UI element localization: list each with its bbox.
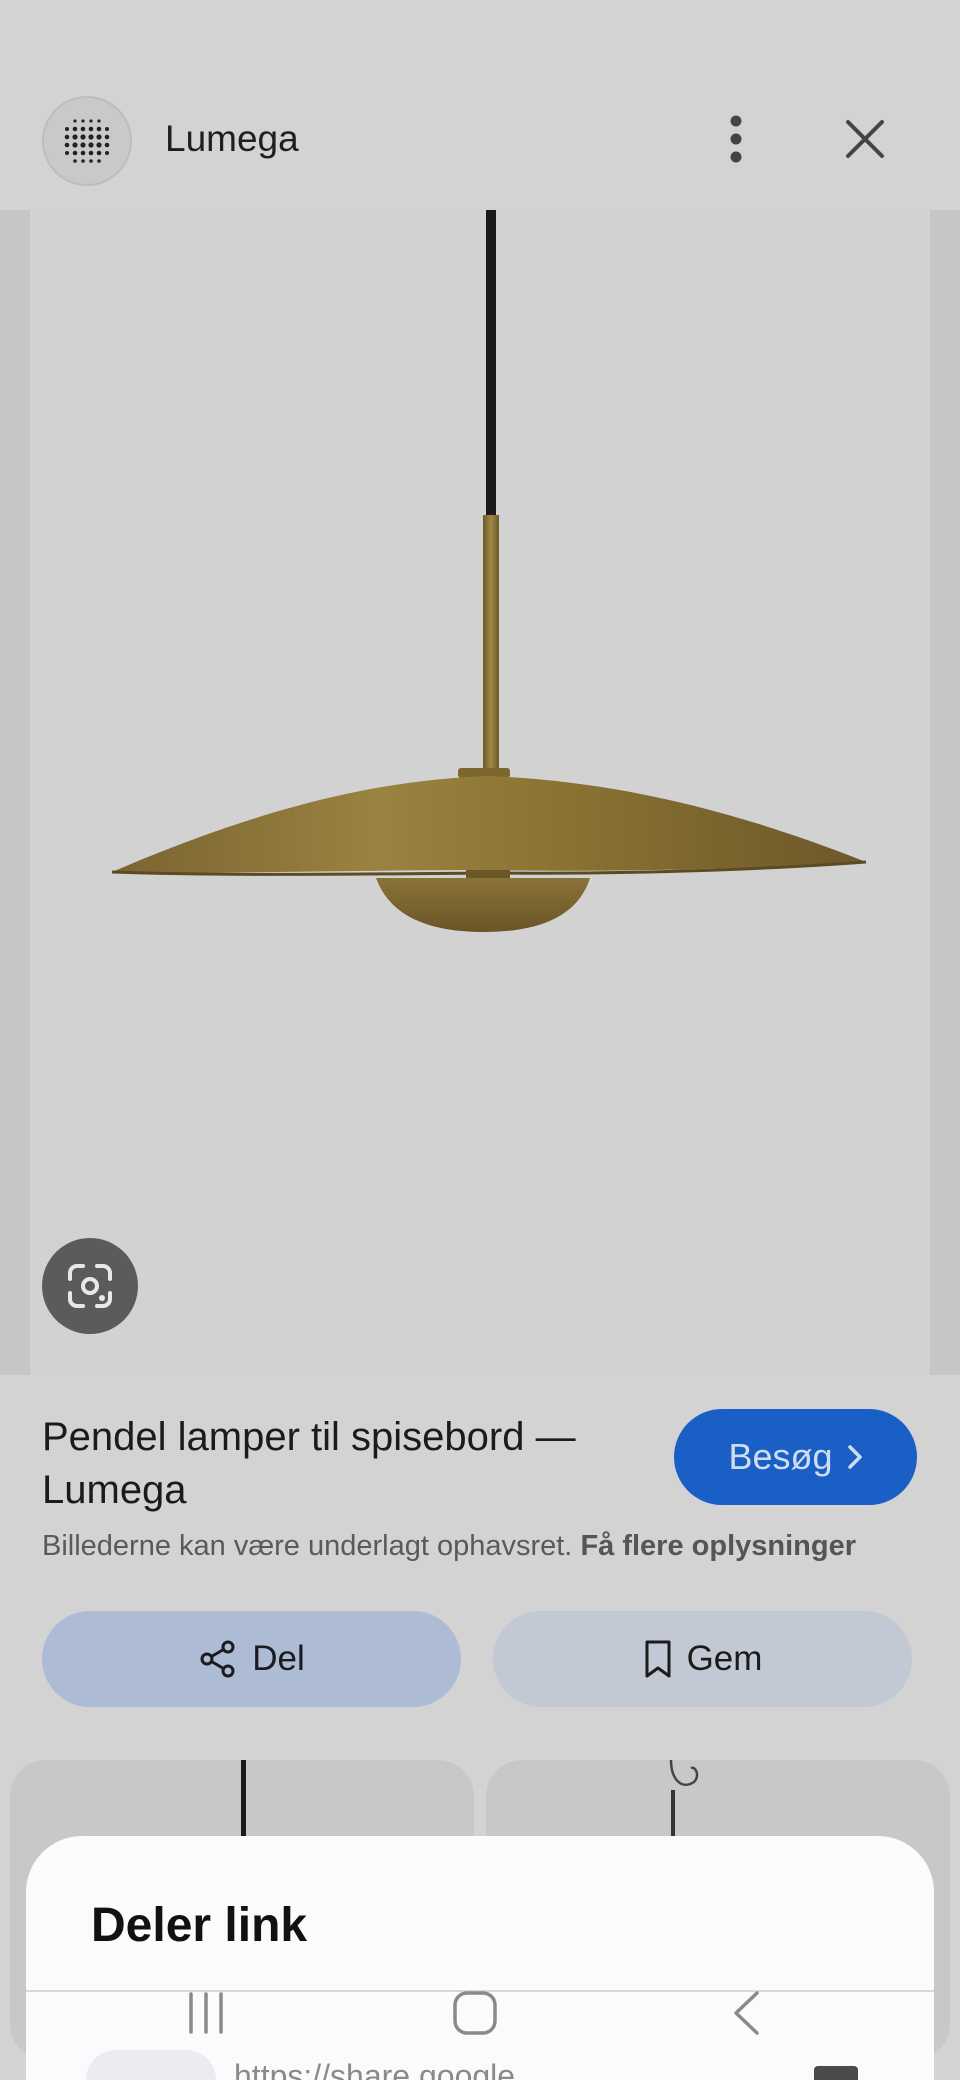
back-icon (734, 1991, 759, 2035)
more-info-link[interactable]: Få flere oplysninger (580, 1530, 856, 1562)
status-bar (0, 0, 960, 80)
share-bottom-sheet: Deler link https://share.google (26, 1836, 934, 2080)
close-button[interactable] (830, 104, 900, 174)
viewer-header: Lumega (0, 80, 960, 210)
related-thumbnail (669, 1759, 699, 1840)
copyright-notice: Billederne kan være underlagt ophavsret.… (42, 1530, 942, 1563)
chevron-right-icon (847, 1445, 862, 1469)
save-label: Gem (686, 1639, 763, 1678)
copyright-text: Billederne kan være underlagt ophavsret. (42, 1530, 573, 1562)
nav-back-button[interactable] (716, 1988, 776, 2038)
share-url[interactable]: https://share.google (234, 2058, 515, 2080)
nav-recent-apps-button[interactable] (176, 1988, 236, 2038)
bookmark-icon (645, 1640, 671, 1678)
copy-icon[interactable] (814, 2066, 858, 2080)
share-button[interactable]: Del (42, 1611, 461, 1707)
save-button[interactable]: Gem (493, 1611, 912, 1707)
link-preview-icon (86, 2050, 216, 2080)
image-viewer[interactable] (0, 210, 960, 1375)
product-image[interactable] (30, 210, 930, 1375)
nav-home-button[interactable] (445, 1988, 505, 2038)
site-name: Lumega (165, 118, 299, 159)
more-vert-icon (730, 115, 742, 163)
site-logo[interactable] (42, 96, 132, 186)
visit-button[interactable]: Besøg (674, 1409, 917, 1505)
result-title[interactable]: Pendel lamper til spisebord — Lumega (42, 1411, 642, 1517)
google-lens-icon (68, 1264, 112, 1308)
lens-search-button[interactable] (42, 1238, 138, 1334)
sheet-title: Deler link (91, 1899, 308, 1952)
dot-grid-logo-icon (64, 119, 110, 163)
visit-label: Besøg (728, 1436, 833, 1477)
share-icon (200, 1640, 235, 1678)
pendant-lamp-image (111, 210, 867, 932)
more-options-button[interactable] (706, 104, 766, 174)
related-thumbnail (241, 1760, 246, 1840)
close-icon (846, 120, 884, 158)
share-label: Del (252, 1639, 305, 1678)
home-icon (453, 1991, 497, 2035)
recent-apps-icon (189, 1992, 223, 2034)
